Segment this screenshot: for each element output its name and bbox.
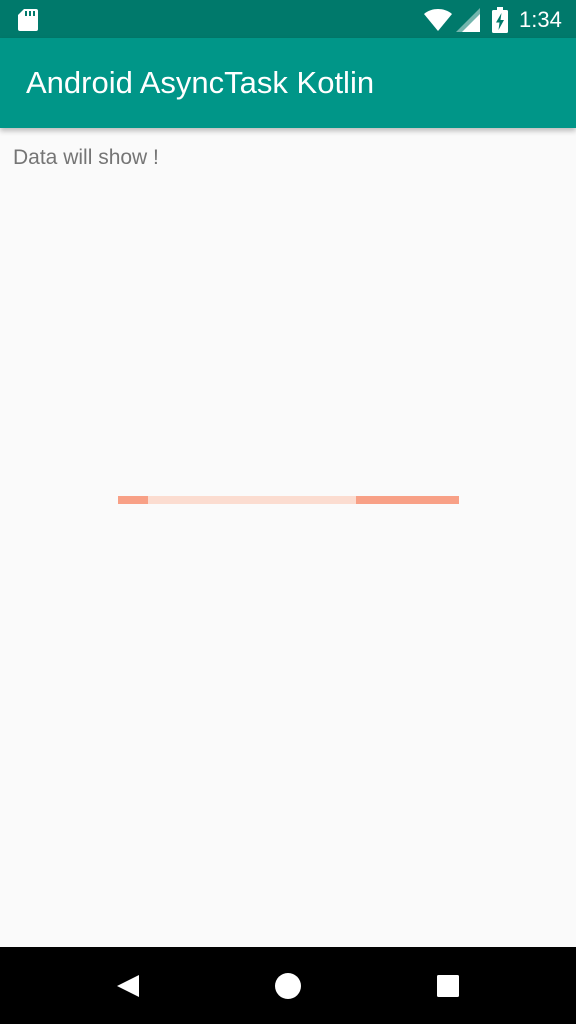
- progress-bar: [118, 496, 459, 504]
- screen: 1:34 Android AsyncTask Kotlin Data will …: [0, 0, 576, 1024]
- home-icon[interactable]: [273, 971, 303, 1001]
- sd-card-icon: [18, 9, 38, 31]
- app-title: Android AsyncTask Kotlin: [26, 65, 375, 100]
- progress-bar-segment-secondary: [356, 496, 459, 504]
- status-clock: 1:34: [519, 7, 562, 32]
- wifi-icon: [424, 9, 452, 31]
- back-icon[interactable]: [113, 971, 143, 1001]
- content-area: Data will show !: [0, 128, 576, 947]
- app-bar: Android AsyncTask Kotlin: [0, 38, 576, 128]
- recents-icon[interactable]: [433, 971, 463, 1001]
- signal-icon: [456, 8, 480, 32]
- progress-bar-segment-primary: [118, 496, 148, 504]
- data-message-text: Data will show !: [13, 146, 159, 169]
- battery-charging-icon: [492, 7, 508, 33]
- navigation-bar: [0, 947, 576, 1024]
- status-bar: 1:34: [0, 0, 576, 38]
